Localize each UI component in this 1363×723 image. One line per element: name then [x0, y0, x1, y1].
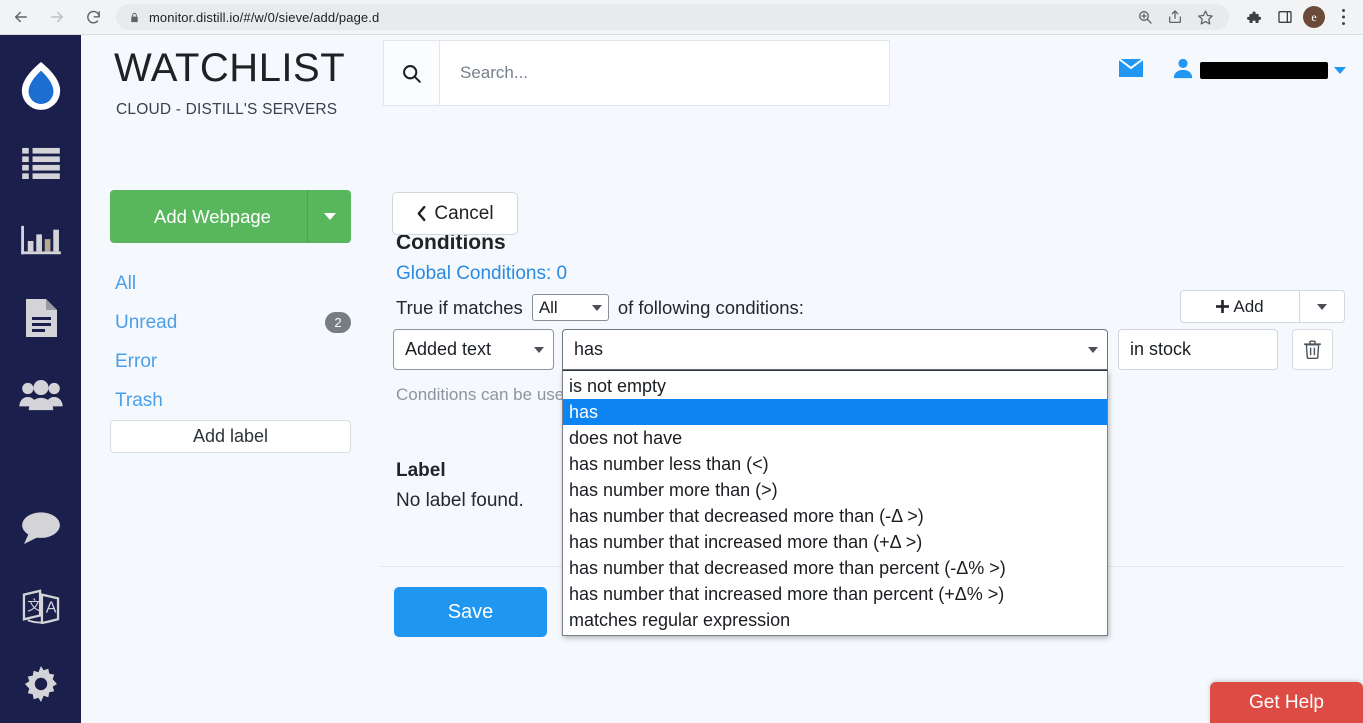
user-icon — [1172, 57, 1194, 84]
kebab-menu-icon[interactable] — [1329, 3, 1357, 31]
condition-operator-select[interactable]: has — [562, 329, 1108, 370]
dropdown-option-selected[interactable]: has — [563, 399, 1107, 425]
star-icon[interactable] — [1191, 3, 1219, 31]
sidebar-item-unread[interactable]: Unread 2 — [115, 303, 351, 342]
true-if-prefix: True if matches — [396, 297, 523, 319]
chevron-down-icon — [1334, 67, 1346, 74]
delete-condition-button[interactable] — [1292, 329, 1333, 370]
puzzle-icon[interactable] — [1239, 3, 1267, 31]
add-condition-button-group: Add — [1180, 290, 1345, 323]
add-webpage-dropdown-toggle[interactable] — [307, 190, 351, 243]
operator-dropdown-list: is not empty has does not have has numbe… — [562, 370, 1108, 636]
dropdown-option[interactable]: has number more than (>) — [563, 477, 1107, 503]
chevron-down-icon — [1317, 304, 1327, 310]
side-panel-icon[interactable] — [1271, 3, 1299, 31]
save-button[interactable]: Save — [394, 587, 547, 637]
envelope-icon[interactable] — [1118, 58, 1144, 83]
search-icon[interactable] — [384, 41, 440, 105]
sidebar-item-analytics[interactable] — [0, 202, 81, 280]
header-actions — [1118, 57, 1346, 84]
trash-icon — [1304, 340, 1321, 359]
match-mode-value: All — [539, 298, 558, 318]
browser-toolbar: monitor.distill.io/#/w/0/sieve/add/page.… — [0, 0, 1363, 35]
chevron-down-icon — [1088, 347, 1098, 353]
global-conditions-link[interactable]: Global Conditions: 0 — [396, 263, 567, 285]
dropdown-option[interactable]: does not have — [563, 425, 1107, 451]
add-condition-button[interactable]: Add — [1181, 291, 1299, 322]
condition-operator-value: has — [574, 339, 603, 360]
sidebar-item-monitors[interactable] — [0, 124, 81, 202]
search-bar — [383, 40, 890, 106]
true-if-suffix: of following conditions: — [618, 297, 804, 319]
chevron-left-icon — [416, 205, 427, 222]
match-mode-row: True if matches All of following conditi… — [396, 294, 804, 321]
dropdown-option[interactable]: has number that decreased more than perc… — [563, 555, 1107, 581]
browser-actions: e — [1239, 3, 1363, 31]
match-mode-select[interactable]: All — [532, 294, 609, 321]
reload-icon[interactable] — [78, 2, 108, 32]
dropdown-option[interactable]: matches regular expression — [563, 607, 1107, 633]
chevron-down-icon — [324, 213, 336, 220]
filter-label: All — [115, 273, 136, 295]
chevron-down-icon — [534, 347, 544, 353]
address-bar[interactable]: monitor.distill.io/#/w/0/sieve/add/page.… — [116, 4, 1229, 30]
add-webpage-button[interactable]: Add Webpage — [110, 190, 351, 243]
dropdown-option[interactable]: has number that increased more than (+Δ … — [563, 529, 1107, 555]
share-icon[interactable] — [1161, 3, 1189, 31]
dropdown-option[interactable]: has number that increased more than perc… — [563, 581, 1107, 607]
cancel-button[interactable]: Cancel — [392, 192, 518, 235]
search-input[interactable] — [440, 41, 889, 105]
condition-source-value: Added text — [405, 339, 491, 360]
label-empty-text: No label found. — [396, 490, 524, 512]
user-menu[interactable] — [1172, 57, 1346, 84]
sidebar-item-feedback[interactable] — [0, 489, 81, 567]
dropdown-option[interactable]: has number that decreased more than (-Δ … — [563, 503, 1107, 529]
profile-avatar[interactable]: e — [1303, 6, 1325, 28]
svg-text:文: 文 — [27, 598, 41, 615]
add-condition-dropdown-toggle[interactable] — [1299, 291, 1344, 322]
condition-operator-wrapper: has is not empty has does not have has n… — [562, 329, 1108, 370]
label-section-heading: Label — [396, 460, 446, 482]
sidebar-item-translate[interactable]: 文 A — [0, 567, 81, 645]
sidebar-item-trash[interactable]: Trash — [115, 381, 351, 420]
user-name-redacted — [1200, 62, 1328, 79]
sidebar-item-settings[interactable] — [0, 645, 81, 723]
filter-label: Unread — [115, 312, 177, 334]
distill-droplet-logo[interactable] — [0, 46, 81, 124]
page-subtitle: CLOUD - DISTILL'S SERVERS — [116, 101, 337, 119]
add-condition-label: Add — [1233, 297, 1263, 317]
zoom-in-icon[interactable] — [1131, 3, 1159, 31]
filter-label: Error — [115, 351, 157, 373]
sidebar-item-all[interactable]: All — [115, 264, 351, 303]
left-nav-rail: 文 A — [0, 35, 81, 723]
chevron-down-icon — [592, 305, 602, 311]
condition-value-input[interactable] — [1118, 329, 1278, 370]
condition-row: Added text has is not empty has does not… — [393, 329, 1333, 370]
dropdown-option[interactable]: is not empty — [563, 373, 1107, 399]
page-title: WATCHLIST — [114, 46, 345, 91]
app-page: 文 A WATCHLIST CLOUD - DISTILL'S SERVERS — [0, 35, 1363, 723]
add-label-button[interactable]: Add label — [110, 420, 351, 453]
get-help-button[interactable]: Get Help — [1210, 682, 1363, 723]
forward-arrow-icon[interactable] — [42, 2, 72, 32]
plus-icon — [1216, 300, 1229, 313]
unread-badge: 2 — [325, 312, 351, 333]
add-webpage-label: Add Webpage — [110, 206, 307, 228]
sidebar-item-error[interactable]: Error — [115, 342, 351, 381]
cancel-label: Cancel — [434, 203, 493, 225]
filter-list: All Unread 2 Error Trash — [115, 264, 351, 429]
filter-label: Trash — [115, 390, 163, 412]
back-arrow-icon[interactable] — [6, 2, 36, 32]
condition-source-select[interactable]: Added text — [393, 329, 554, 370]
sidebar-item-team[interactable] — [0, 357, 81, 435]
url-text: monitor.distill.io/#/w/0/sieve/add/page.… — [149, 10, 379, 25]
dropdown-option[interactable]: has number less than (<) — [563, 451, 1107, 477]
svg-text:A: A — [45, 599, 56, 617]
lock-icon — [129, 11, 140, 24]
sidebar-item-reports[interactable] — [0, 280, 81, 358]
